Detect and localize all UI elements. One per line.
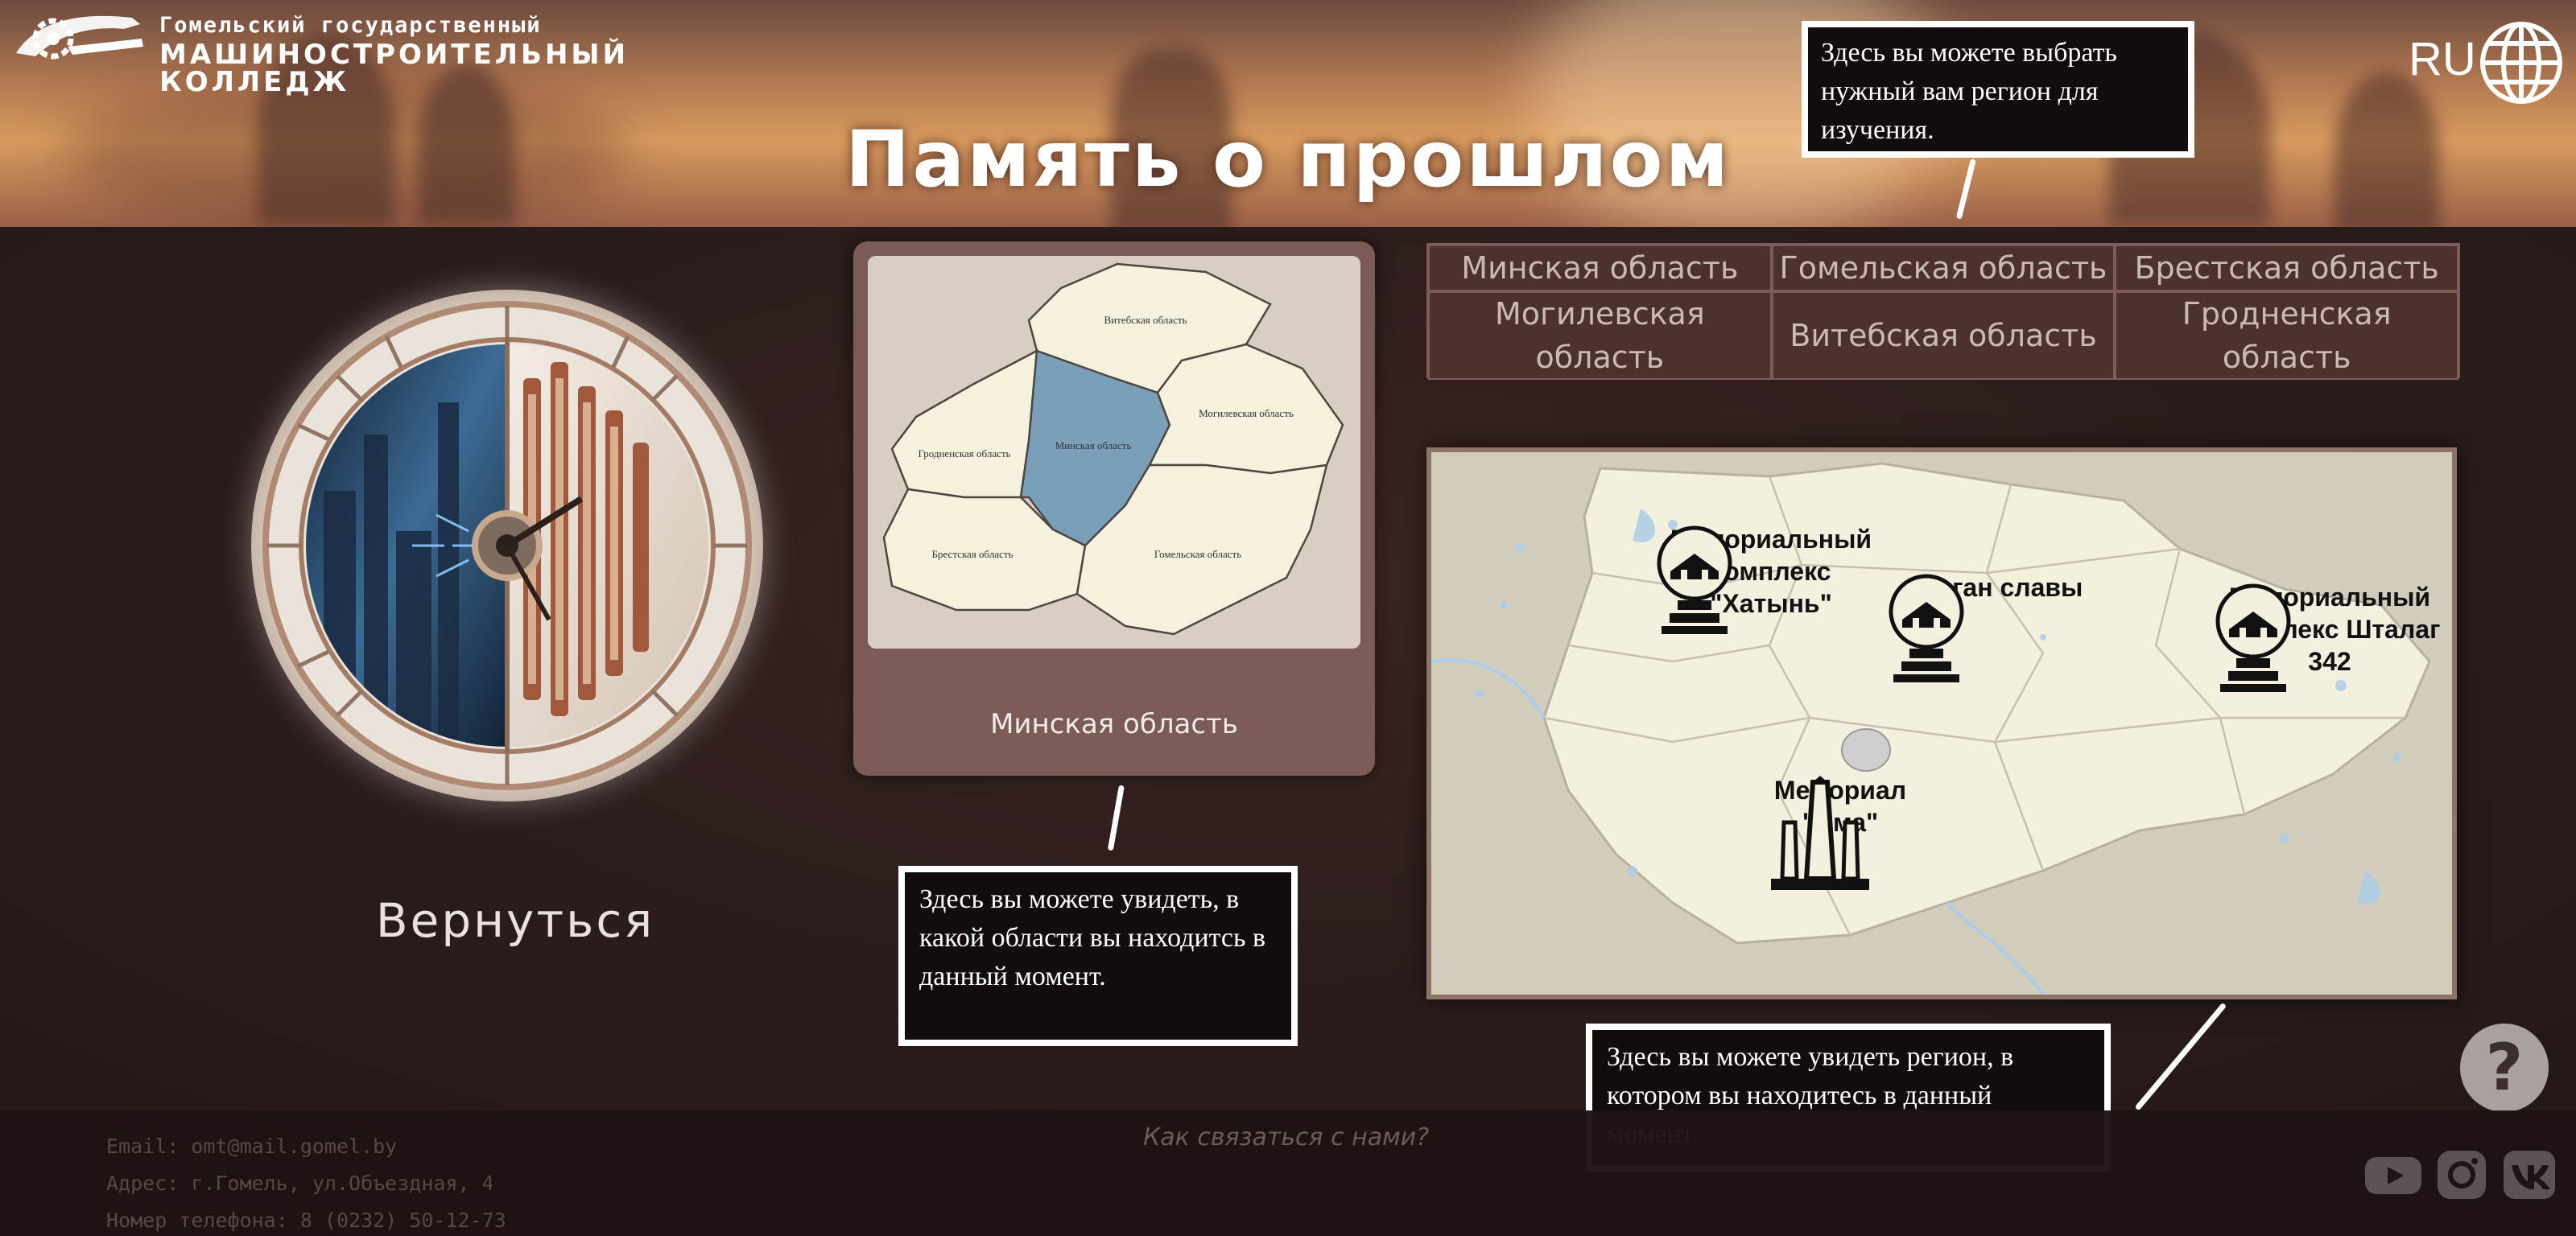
map-label-mogilev: Могилевская область: [1199, 407, 1294, 419]
memorial-yama[interactable]: Мемориал "Яма": [1760, 774, 1921, 890]
map-label-brest: Брестская область: [932, 548, 1013, 560]
memorial-icon: [1889, 574, 1964, 682]
memorial-icon: [2215, 583, 2291, 692]
vk-icon: [2504, 1151, 2555, 1199]
memorial-icon: [1657, 525, 1732, 634]
college-logo[interactable]: Гомельский государственный МАШИНОСТРОИТЕ…: [11, 6, 671, 96]
region-button-gomel[interactable]: Гомельская область: [1771, 245, 2116, 291]
logo-line-1: Гомельский государственный: [159, 13, 542, 38]
contact-phone: Номер телефона: 8 (0232) 50-12-73: [106, 1209, 506, 1232]
logo-line-2: МАШИНОСТРОИТЕЛЬНЫЙ КОЛЛЕДЖ: [159, 39, 630, 98]
hint-current-text: Здесь вы можете увидеть, в какой области…: [919, 884, 1266, 991]
region-button-minsk[interactable]: Минская область: [1428, 245, 1772, 291]
youtube-icon: [2365, 1157, 2421, 1194]
contact-info: Email: omt@mail.gomel.by Адрес: г.Гомель…: [106, 1128, 506, 1236]
memorial-kurgan-slavy[interactable]: Курган славы: [1882, 571, 2107, 682]
help-button[interactable]: ?: [2460, 1024, 2549, 1112]
hint-regions-text: Здесь вы можете выбрать нужный вам регио…: [1821, 38, 2117, 145]
globe-icon: [2480, 22, 2562, 104]
region-button-brest[interactable]: Брестская область: [2115, 245, 2458, 291]
instagram-link[interactable]: [2431, 1149, 2491, 1201]
region-button-mogilev[interactable]: Могилевская область: [1428, 291, 1772, 380]
grodno-region-shape: [890, 348, 1038, 499]
obelisk-icon: [1771, 776, 1869, 890]
language-switch[interactable]: RU: [2409, 19, 2568, 108]
map-label-minsk: Минская область: [1055, 439, 1132, 451]
memorial-stalag-342[interactable]: Мемориальный комплекс Шталаг 342: [2209, 581, 2450, 692]
current-region-card: Витебская область Гродненская область Ми…: [853, 241, 1375, 776]
current-region-map: Витебская область Гродненская область Ми…: [868, 256, 1360, 649]
map-label-gomel: Гомельская область: [1154, 548, 1241, 560]
region-selector: Минская область Гомельская область Брест…: [1426, 243, 2460, 380]
vk-link[interactable]: [2500, 1149, 2560, 1201]
memorial-khatyn[interactable]: Мемориальный комплекс "Хатынь": [1650, 523, 1892, 634]
belarus-oblast-map: Витебская область Гродненская область Ми…: [882, 262, 1344, 636]
minsk-region-map: [1431, 452, 2452, 995]
clock-face-icon: [262, 301, 752, 790]
map-label-grodno: Гродненская область: [919, 447, 1011, 459]
contact-us-link[interactable]: Как связаться с нами?: [1143, 1123, 1429, 1152]
back-clock-image[interactable]: [251, 290, 763, 801]
gear-arm-logo-icon: [16, 15, 143, 60]
region-button-vitebsk[interactable]: Витебская область: [1771, 291, 2116, 380]
instagram-icon: [2438, 1151, 2486, 1199]
current-region-label: Минская область: [990, 708, 1238, 740]
contact-email: Email: omt@mail.gomel.by: [106, 1135, 398, 1158]
language-code: RU: [2409, 33, 2476, 85]
region-button-grodno[interactable]: Гродненская область: [2115, 291, 2458, 380]
hint-current-region: Здесь вы можете увидеть, в какой области…: [898, 866, 1298, 1046]
region-detail-map[interactable]: Мемориальный комплекс "Хатынь" Курган сл…: [1426, 447, 2457, 999]
back-button[interactable]: Вернуться: [322, 893, 708, 948]
hint-regions: Здесь вы можете выбрать нужный вам регио…: [1802, 21, 2194, 158]
contact-address: Адрес: г.Гомель, ул.Объездная, 4: [106, 1172, 494, 1195]
map-label-vitebsk: Витебская область: [1104, 314, 1187, 326]
youtube-link[interactable]: [2363, 1149, 2423, 1201]
